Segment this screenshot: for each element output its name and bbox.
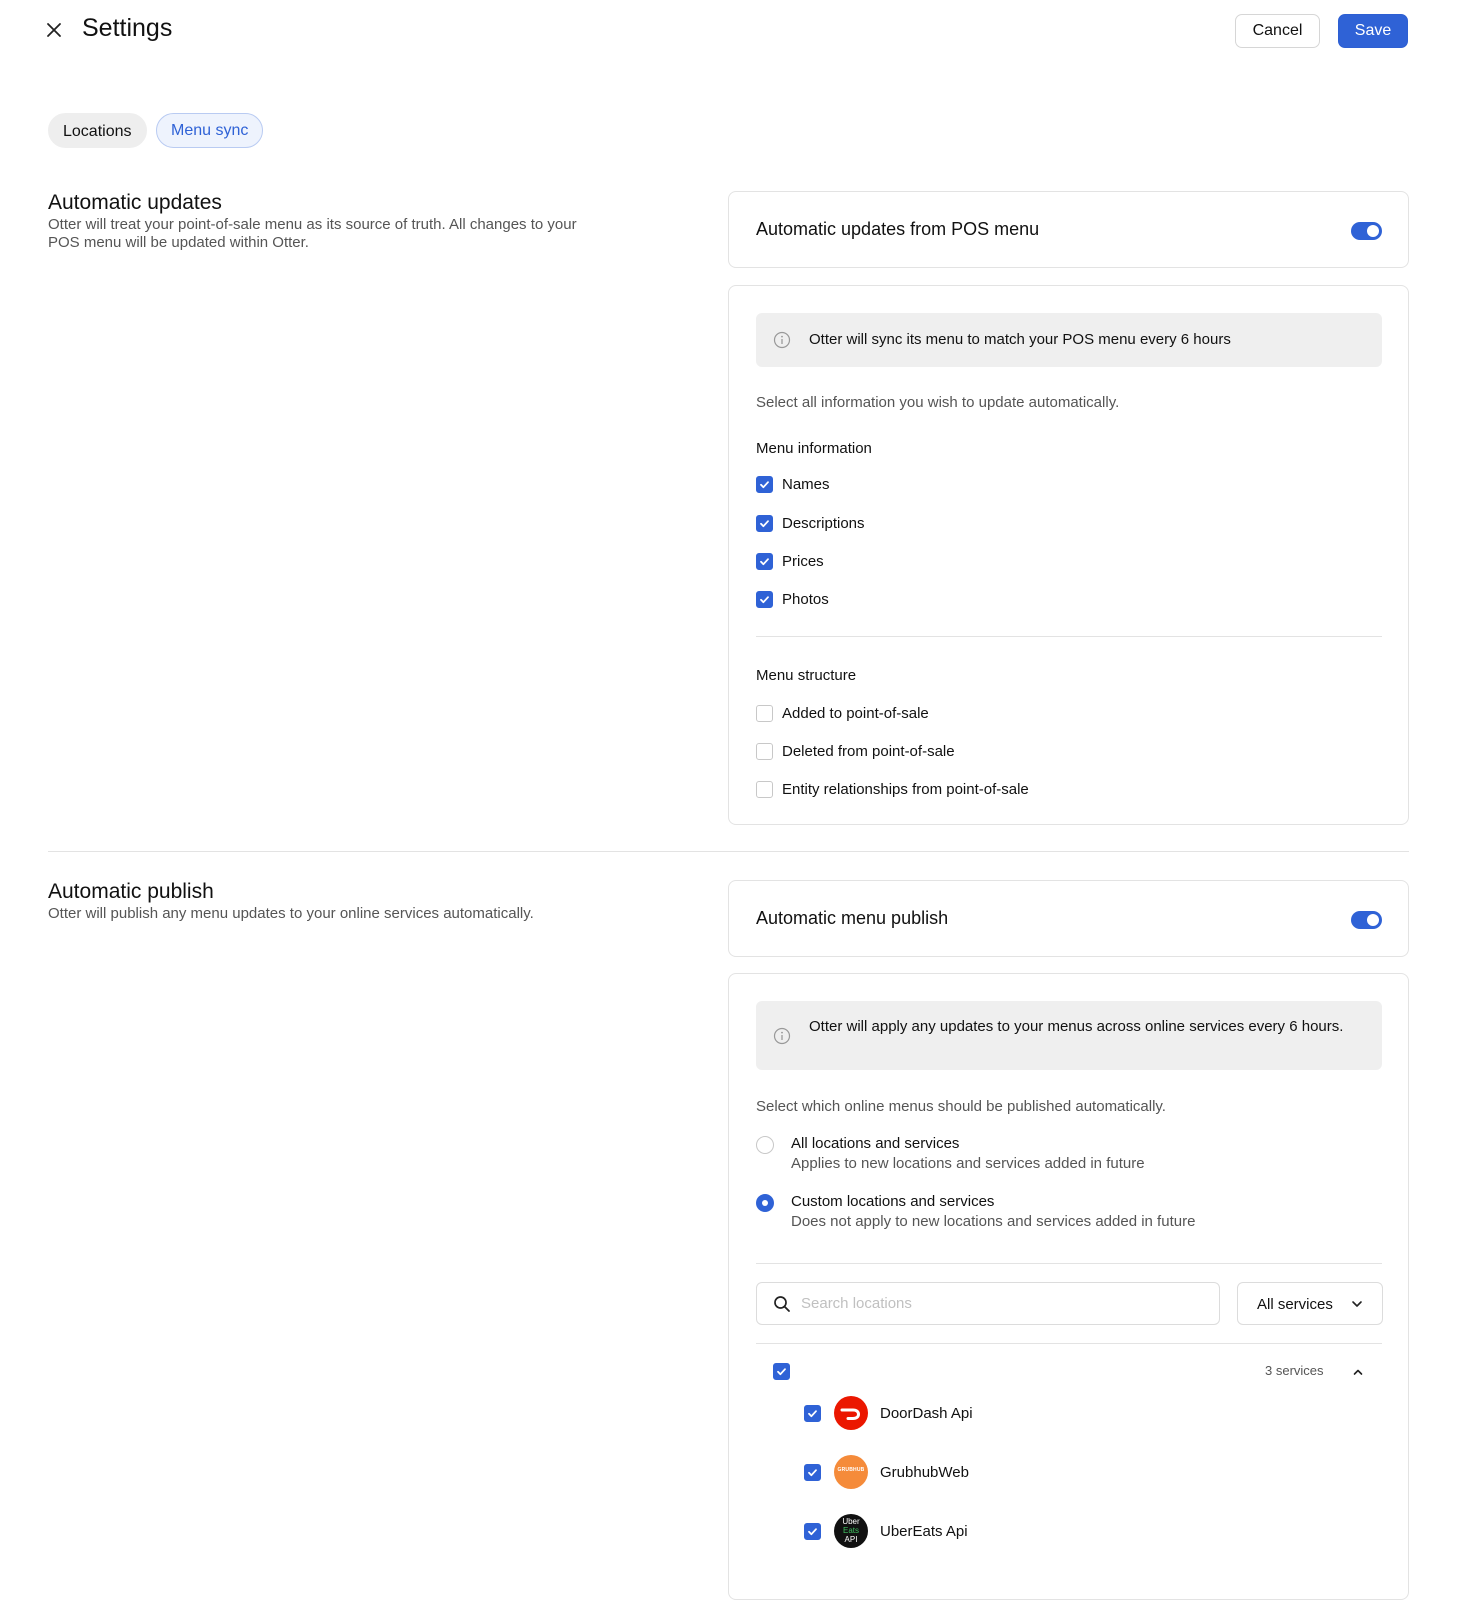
- cancel-button[interactable]: Cancel: [1235, 14, 1320, 48]
- automatic-updates-toggle-label: Automatic updates from POS menu: [756, 219, 1040, 239]
- checkbox-label: Names: [782, 475, 830, 493]
- service-row-ubereats: Uber Eats API UberEats Api: [804, 1514, 968, 1548]
- checkbox-deleted-from-pos[interactable]: Deleted from point-of-sale: [756, 741, 955, 761]
- radio-label: Custom locations and services: [791, 1193, 995, 1210]
- chevron-up-icon[interactable]: [1352, 1365, 1364, 1377]
- checkbox-checked-icon[interactable]: [756, 552, 773, 570]
- sync-info-text: Otter will sync its menu to match your P…: [809, 331, 1231, 348]
- header: Settings Cancel Save: [0, 0, 1484, 64]
- checkbox-label: Photos: [782, 590, 829, 608]
- info-icon: [773, 331, 791, 349]
- tab-locations[interactable]: Locations: [48, 113, 147, 148]
- tab-menu-sync[interactable]: Menu sync: [156, 113, 264, 148]
- service-name: DoorDash Api: [880, 1404, 973, 1422]
- checkbox-checked-icon[interactable]: [773, 1362, 790, 1380]
- radio-selected-icon[interactable]: [756, 1194, 774, 1212]
- doordash-logo-icon: [834, 1396, 868, 1430]
- automatic-publish-toggle[interactable]: [1351, 911, 1382, 929]
- checkbox-added-to-pos[interactable]: Added to point-of-sale: [756, 703, 929, 723]
- location-group-checkbox[interactable]: [773, 1361, 790, 1381]
- menu-information-label: Menu information: [756, 440, 872, 457]
- checkbox-unchecked-icon[interactable]: [756, 742, 773, 760]
- automatic-publish-toggle-card: Automatic menu publish: [728, 880, 1409, 957]
- chevron-down-icon: [1350, 1297, 1364, 1311]
- automatic-updates-toggle-card: Automatic updates from POS menu: [728, 191, 1409, 268]
- automatic-publish-options-card: Otter will apply any updates to your men…: [728, 973, 1409, 1600]
- checkbox-checked-icon[interactable]: [756, 514, 773, 532]
- radio-sublabel: Applies to new locations and services ad…: [791, 1155, 1145, 1172]
- ubereats-logo-icon: Uber Eats API: [834, 1514, 868, 1548]
- automatic-updates-toggle[interactable]: [1351, 222, 1382, 240]
- automatic-updates-options-card: Otter will sync its menu to match your P…: [728, 285, 1409, 825]
- save-button[interactable]: Save: [1338, 14, 1408, 48]
- checkbox-label: Added to point-of-sale: [782, 704, 929, 722]
- services-filter-label: All services: [1257, 1296, 1333, 1313]
- automatic-publish-description: Otter will publish any menu updates to y…: [48, 905, 534, 922]
- checkbox-entity-relationships[interactable]: Entity relationships from point-of-sale: [756, 779, 1029, 799]
- service-name: GrubhubWeb: [880, 1463, 969, 1481]
- automatic-publish-toggle-label: Automatic menu publish: [756, 908, 949, 928]
- options-divider: [756, 1263, 1382, 1264]
- checkbox-checked-icon[interactable]: [804, 1522, 821, 1540]
- search-locations-input[interactable]: [801, 1284, 1201, 1323]
- publish-info-banner: Otter will apply any updates to your men…: [756, 1001, 1382, 1070]
- menu-structure-label: Menu structure: [756, 667, 857, 684]
- search-box[interactable]: [756, 1282, 1220, 1325]
- checkbox-descriptions[interactable]: Descriptions: [756, 513, 865, 533]
- publish-info-text: Otter will apply any updates to your men…: [809, 1018, 1344, 1035]
- checkbox-names[interactable]: Names: [756, 474, 830, 494]
- service-count: 3 services: [1265, 1363, 1324, 1378]
- service-name: UberEats Api: [880, 1522, 968, 1540]
- checkbox-photos[interactable]: Photos: [756, 589, 829, 609]
- checkbox-label: Prices: [782, 552, 824, 570]
- checkbox-checked-icon[interactable]: [756, 475, 773, 493]
- update-instruction: Select all information you wish to updat…: [756, 394, 1120, 411]
- checkbox-unchecked-icon[interactable]: [756, 780, 773, 798]
- radio-label: All locations and services: [791, 1135, 960, 1152]
- toggle-knob: [1367, 914, 1379, 926]
- page-title: Settings: [82, 14, 173, 42]
- automatic-publish-title: Automatic publish: [48, 880, 214, 903]
- radio-sublabel: Does not apply to new locations and serv…: [791, 1213, 1196, 1230]
- radio-unselected-icon[interactable]: [756, 1136, 774, 1154]
- checkbox-prices[interactable]: Prices: [756, 551, 824, 571]
- checkbox-checked-icon[interactable]: [804, 1463, 821, 1481]
- automatic-updates-title: Automatic updates: [48, 191, 222, 214]
- checkbox-unchecked-icon[interactable]: [756, 704, 773, 722]
- toggle-knob: [1367, 225, 1379, 237]
- service-row-doordash: DoorDash Api: [804, 1396, 973, 1430]
- info-icon: [773, 1027, 791, 1045]
- section-divider: [48, 851, 1409, 852]
- checkbox-checked-icon[interactable]: [804, 1404, 821, 1422]
- checkbox-label: Descriptions: [782, 514, 865, 532]
- services-filter-dropdown[interactable]: All services: [1237, 1282, 1383, 1325]
- sync-info-banner: Otter will sync its menu to match your P…: [756, 313, 1382, 367]
- automatic-updates-description: Otter will treat your point-of-sale menu…: [48, 216, 577, 251]
- search-icon: [773, 1295, 791, 1313]
- options-divider: [756, 636, 1382, 637]
- checkbox-label: Deleted from point-of-sale: [782, 742, 955, 760]
- close-icon[interactable]: [42, 18, 66, 42]
- publish-instruction: Select which online menus should be publ…: [756, 1098, 1166, 1115]
- checkbox-checked-icon[interactable]: [756, 590, 773, 608]
- service-row-grubhub: GRUBHUB GrubhubWeb: [804, 1455, 969, 1489]
- checkbox-label: Entity relationships from point-of-sale: [782, 780, 1029, 798]
- grubhub-logo-icon: GRUBHUB: [834, 1455, 868, 1489]
- list-divider: [756, 1343, 1382, 1344]
